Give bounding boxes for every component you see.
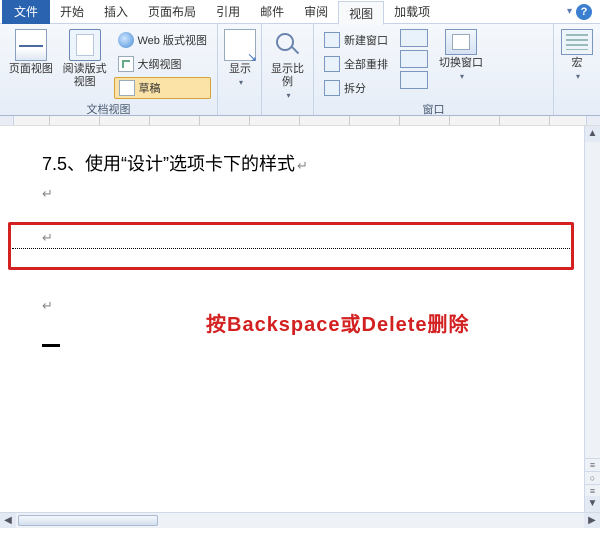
- scroll-left-icon[interactable]: ◀: [0, 513, 16, 528]
- document-heading[interactable]: 7.5、使用“设计”选项卡下的样式↵: [0, 126, 584, 176]
- tab-review[interactable]: 审阅: [294, 0, 338, 24]
- ruler-cap-left: [0, 116, 14, 125]
- tab-page-layout[interactable]: 页面布局: [138, 0, 206, 24]
- draft-view-button[interactable]: 草稿: [114, 77, 211, 99]
- paragraph-mark-icon: ↵: [42, 186, 53, 202]
- tab-insert[interactable]: 插入: [94, 0, 138, 24]
- paragraph-mark-icon: ↵: [297, 158, 308, 173]
- chevron-down-icon: ▾: [460, 72, 464, 81]
- web-view-button[interactable]: Web 版式视图: [114, 29, 211, 51]
- group-window: 新建窗口 全部重排 拆分 切换窗口▾ 窗口: [314, 24, 554, 115]
- read-view-icon: [69, 29, 101, 61]
- scroll-up-icon[interactable]: ▲: [585, 126, 600, 142]
- browse-object-controls: ≡ ○ ≡: [585, 458, 600, 496]
- draft-view-label: 草稿: [139, 80, 161, 96]
- tab-home[interactable]: 开始: [50, 0, 94, 24]
- group-zoom-label: [268, 102, 307, 117]
- vscroll-track[interactable]: [585, 142, 600, 458]
- hscroll-track[interactable]: [16, 513, 584, 528]
- web-view-icon: [118, 32, 134, 48]
- new-window-icon: [324, 32, 340, 48]
- outline-view-button[interactable]: 大纲视图: [114, 53, 211, 75]
- page-view-button[interactable]: 页面视图: [6, 27, 56, 76]
- group-zoom: 显示比例 ▾: [262, 24, 314, 115]
- read-view-label: 阅读版式视图: [60, 63, 110, 89]
- arrange-all-label: 全部重排: [344, 56, 388, 72]
- text-cursor: [42, 344, 60, 347]
- split-label: 拆分: [344, 80, 366, 96]
- ribbon: 页面视图 阅读版式视图 Web 版式视图 大纲视图 草稿: [0, 24, 600, 116]
- tab-view[interactable]: 视图: [338, 1, 384, 25]
- arrange-all-button[interactable]: 全部重排: [320, 53, 392, 75]
- hscroll-thumb[interactable]: [18, 515, 158, 526]
- macro-icon: [561, 29, 593, 55]
- select-browse-object-icon[interactable]: ○: [585, 471, 600, 484]
- macro-button[interactable]: 宏▾: [560, 27, 594, 83]
- tab-references[interactable]: 引用: [206, 0, 250, 24]
- show-label: 显示: [229, 63, 251, 75]
- macro-label: 宏: [572, 57, 583, 69]
- page-view-label: 页面视图: [9, 63, 53, 76]
- chevron-down-icon: ▾: [286, 91, 290, 100]
- outline-view-label: 大纲视图: [138, 56, 182, 72]
- vertical-scrollbar[interactable]: ▲ ≡ ○ ≡ ▼: [584, 126, 600, 512]
- group-show: 显示 ▾ 显示: [218, 24, 262, 115]
- zoom-icon: [272, 29, 304, 61]
- horizontal-scrollbar[interactable]: ◀ ▶: [0, 512, 600, 528]
- zoom-button[interactable]: 显示比例 ▾: [268, 27, 307, 102]
- switch-window-label: 切换窗口: [439, 57, 483, 69]
- group-macro: 宏▾: [554, 24, 600, 115]
- window-mini-icon-1[interactable]: [400, 29, 428, 47]
- group-macro-label: [560, 99, 594, 114]
- tab-file[interactable]: 文件: [2, 0, 50, 24]
- tab-mailings[interactable]: 邮件: [250, 0, 294, 24]
- web-view-label: Web 版式视图: [138, 32, 207, 48]
- draft-view-icon: [119, 80, 135, 96]
- help-icon[interactable]: ?: [576, 4, 592, 20]
- switch-window-button[interactable]: 切换窗口 ▾: [436, 27, 486, 83]
- document-area: 7.5、使用“设计”选项卡下的样式↵ ↵ ↵ ↵ 按Backspace或Dele…: [0, 126, 600, 512]
- chevron-down-icon: ▾: [239, 78, 243, 87]
- annotation-text: 按Backspace或Delete删除: [206, 308, 470, 337]
- split-button[interactable]: 拆分: [320, 77, 392, 99]
- scroll-right-icon[interactable]: ▶: [584, 513, 600, 528]
- switch-window-icon: [445, 29, 477, 55]
- scroll-down-icon[interactable]: ▼: [585, 496, 600, 512]
- document-canvas[interactable]: 7.5、使用“设计”选项卡下的样式↵ ↵ ↵ ↵ 按Backspace或Dele…: [0, 126, 584, 512]
- chevron-down-icon: ▾: [576, 72, 580, 81]
- page-view-icon: [15, 29, 47, 61]
- split-icon: [324, 80, 340, 96]
- arrange-all-icon: [324, 56, 340, 72]
- outline-view-icon: [118, 56, 134, 72]
- new-window-label: 新建窗口: [344, 32, 388, 48]
- read-view-button[interactable]: 阅读版式视图: [60, 27, 110, 89]
- paragraph-mark-icon: ↵: [42, 298, 53, 314]
- horizontal-ruler[interactable]: [0, 116, 600, 126]
- window-mini-icon-2[interactable]: [400, 50, 428, 68]
- show-button[interactable]: 显示 ▾: [224, 27, 256, 89]
- new-window-button[interactable]: 新建窗口: [320, 29, 392, 51]
- menu-tabs: 文件 开始 插入 页面布局 引用 邮件 审阅 视图 加载项 ▾ ?: [0, 0, 600, 24]
- tab-addins[interactable]: 加载项: [384, 0, 440, 24]
- prev-page-icon[interactable]: ≡: [585, 458, 600, 471]
- help-area: ▾ ?: [567, 4, 600, 20]
- ruler-cap-right: [586, 116, 600, 125]
- show-icon: [224, 29, 256, 61]
- window-mini-icon-3[interactable]: [400, 71, 428, 89]
- group-document-views: 页面视图 阅读版式视图 Web 版式视图 大纲视图 草稿: [0, 24, 218, 115]
- zoom-label: 显示比例: [271, 63, 304, 88]
- minimize-ribbon-icon[interactable]: ▾: [567, 6, 572, 17]
- annotation-highlight-box: [8, 222, 574, 270]
